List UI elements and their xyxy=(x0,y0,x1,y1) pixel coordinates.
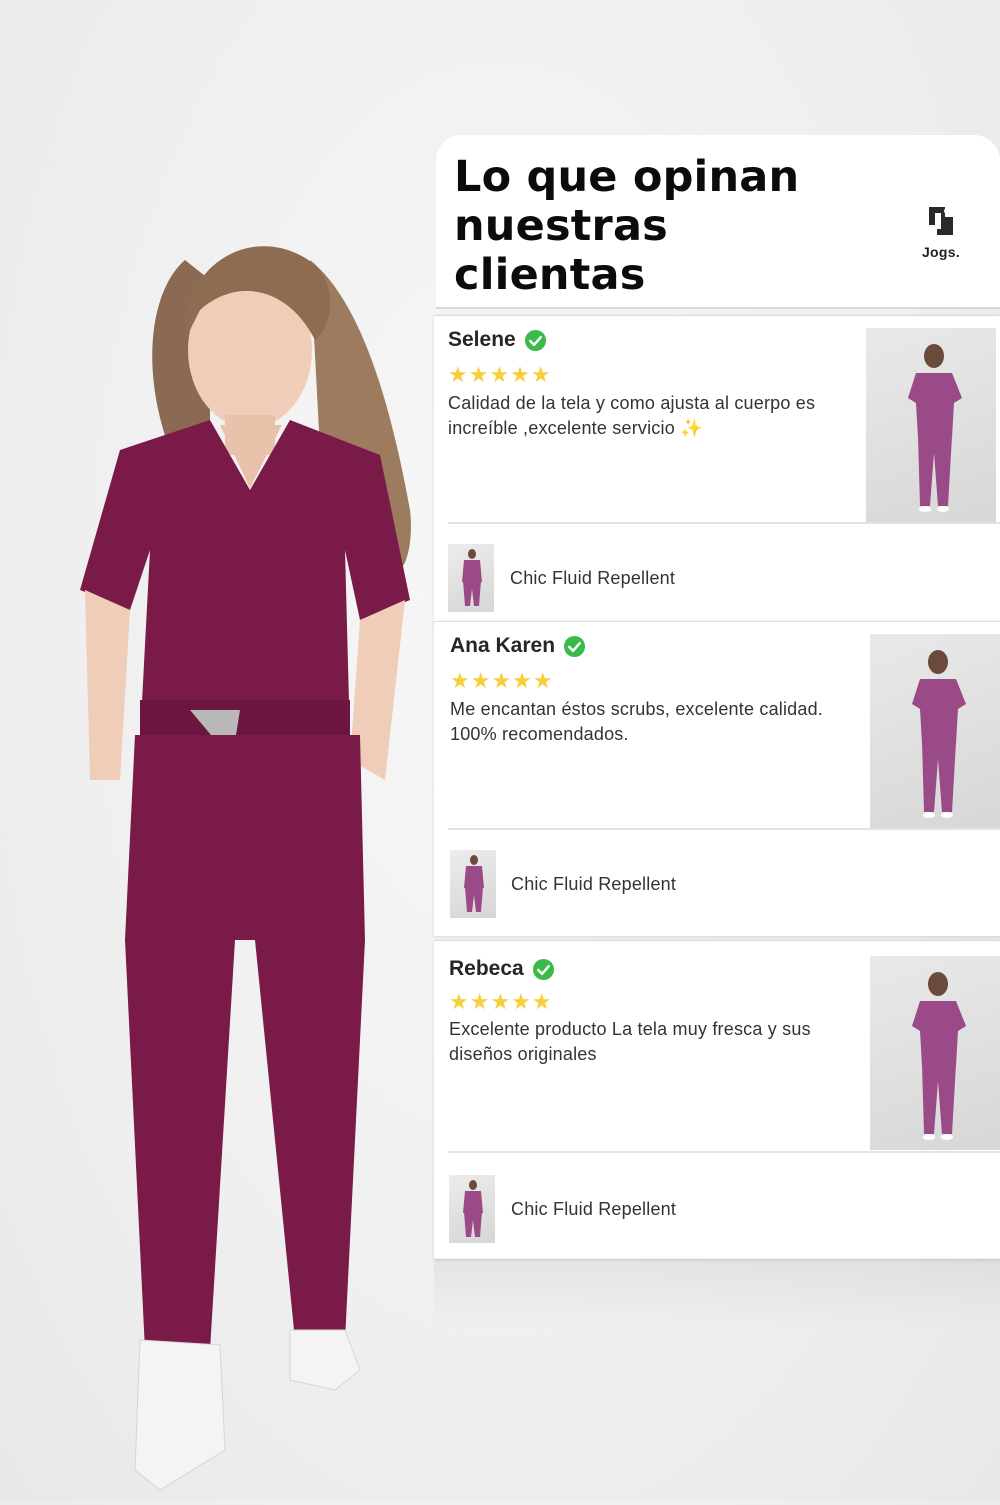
jogs-logo-icon xyxy=(929,207,953,235)
product-link[interactable]: Chic Fluid Repellent xyxy=(511,874,676,895)
star-rating: ★★★★★ xyxy=(449,989,553,1014)
reviews-header: Lo que opinan nuestras clientas Jogs. xyxy=(436,135,1000,309)
product-thumbnail[interactable] xyxy=(448,544,494,612)
divider xyxy=(448,828,1000,830)
reviewer: Ana Karen xyxy=(450,634,586,658)
brand-logo: Jogs. xyxy=(916,203,966,260)
product-thumbnail[interactable] xyxy=(450,850,496,918)
verified-check-icon xyxy=(524,329,546,351)
review-photo[interactable] xyxy=(870,634,1000,828)
brand-name: Jogs. xyxy=(921,244,961,260)
divider xyxy=(448,522,1000,524)
review-text: Me encantan éstos scrubs, excelente cali… xyxy=(450,699,824,744)
divider xyxy=(448,1151,1000,1153)
product-link[interactable]: Chic Fluid Repellent xyxy=(511,1199,676,1220)
review-text: Excelente producto La tela muy fresca y … xyxy=(449,1019,811,1064)
review-card: Rebeca ★★★★★ Excelente producto La tela … xyxy=(434,940,1000,1259)
review-photo[interactable] xyxy=(870,956,1000,1150)
reviewer-name: Ana Karen xyxy=(450,634,556,657)
verified-check-icon xyxy=(532,958,554,980)
reviewer: Selene xyxy=(448,328,547,352)
verified-check-icon xyxy=(563,635,586,657)
panel-shadow xyxy=(434,1258,1000,1328)
review-photo[interactable] xyxy=(866,328,996,522)
page-title: Lo que opinan nuestras clientas xyxy=(454,152,800,300)
product-thumbnail[interactable] xyxy=(449,1175,495,1243)
reviewer-name: Rebeca xyxy=(449,957,524,980)
star-rating: ★★★★★ xyxy=(448,362,552,387)
review-card: Ana Karen ★★★★★ Me encantan éstos scrubs… xyxy=(434,621,1000,936)
model-photo xyxy=(60,220,440,1500)
product-link[interactable]: Chic Fluid Repellent xyxy=(510,568,675,589)
star-rating: ★★★★★ xyxy=(450,668,554,693)
review-text: Calidad de la tela y como ajusta al cuer… xyxy=(448,393,816,438)
review-card: Selene ★★★★★ Calidad de la tela y como a… xyxy=(434,315,1000,624)
reviewer: Rebeca xyxy=(449,957,555,981)
reviewer-name: Selene xyxy=(448,328,516,351)
